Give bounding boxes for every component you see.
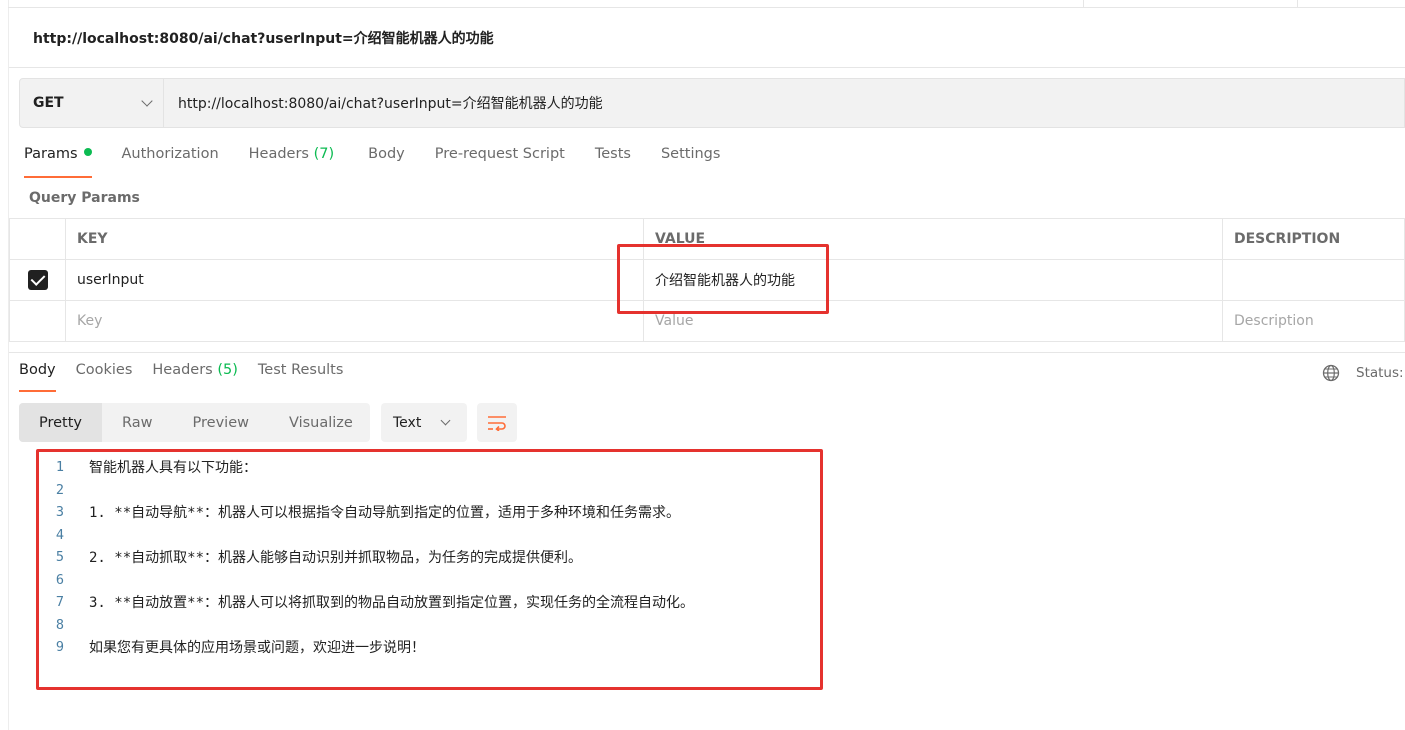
status-label: Status: — [1356, 365, 1404, 381]
left-border — [8, 0, 9, 730]
tab-tests[interactable]: Tests — [595, 146, 631, 178]
request-tabs: Params Authorization Headers (7) Body Pr… — [24, 146, 750, 178]
wrap-lines-icon — [488, 415, 506, 431]
tab-cookies[interactable]: Cookies — [76, 362, 133, 392]
chevron-down-icon — [141, 95, 153, 107]
header-checkbox-cell — [9, 218, 66, 260]
tab-response-headers[interactable]: Headers (5) — [152, 362, 238, 392]
chevron-down-icon — [440, 415, 451, 426]
view-raw-button[interactable]: Raw — [102, 403, 173, 442]
globe-icon[interactable] — [1322, 364, 1340, 382]
tab-settings[interactable]: Settings — [661, 146, 720, 178]
highlight-box-response — [36, 449, 823, 690]
param-checkbox[interactable] — [27, 270, 48, 290]
divider — [9, 352, 1405, 353]
url-input[interactable] — [164, 79, 1404, 127]
highlight-box-value — [617, 244, 829, 314]
divider — [9, 67, 1405, 68]
tab-strip-segment[interactable] — [8, 0, 1084, 8]
format-label: Text — [393, 414, 422, 431]
params-active-dot — [83, 148, 92, 156]
method-label: GET — [33, 95, 64, 111]
row-checkbox-cell — [9, 300, 66, 342]
tab-body[interactable]: Body — [368, 146, 405, 178]
row-checkbox-cell — [9, 259, 66, 301]
view-pretty-button[interactable]: Pretty — [19, 403, 103, 442]
header-key: KEY — [65, 218, 644, 260]
status-area: Status: — [1322, 364, 1404, 382]
tab-strip-segment[interactable] — [1084, 0, 1298, 8]
url-bar: GET — [19, 78, 1405, 128]
response-headers-count: (5) — [217, 362, 238, 378]
header-description: DESCRIPTION — [1222, 218, 1405, 260]
query-params-label: Query Params — [29, 190, 140, 206]
view-preview-button[interactable]: Preview — [173, 403, 269, 442]
param-description[interactable] — [1222, 259, 1405, 301]
tab-headers[interactable]: Headers (7) — [249, 146, 335, 178]
headers-count: (7) — [313, 146, 335, 162]
request-title: http://localhost:8080/ai/chat?userInput=… — [33, 31, 494, 47]
description-placeholder[interactable]: Description — [1222, 300, 1405, 342]
tab-test-results[interactable]: Test Results — [258, 362, 344, 392]
tab-pre-request-script[interactable]: Pre-request Script — [435, 146, 565, 178]
tab-strip — [8, 0, 1405, 8]
tab-response-body[interactable]: Body — [19, 362, 56, 392]
response-tabs: Body Cookies Headers (5) Test Results — [19, 362, 363, 392]
param-key[interactable]: userInput — [65, 259, 644, 301]
tab-authorization[interactable]: Authorization — [122, 146, 219, 178]
format-select[interactable]: Text — [381, 403, 467, 442]
key-placeholder[interactable]: Key — [65, 300, 644, 342]
view-visualize-button[interactable]: Visualize — [269, 403, 373, 442]
wrap-lines-button[interactable] — [477, 403, 517, 442]
view-mode-group: Pretty Raw Preview Visualize — [19, 403, 370, 442]
method-select[interactable]: GET — [20, 79, 164, 127]
tab-params[interactable]: Params — [24, 146, 92, 178]
